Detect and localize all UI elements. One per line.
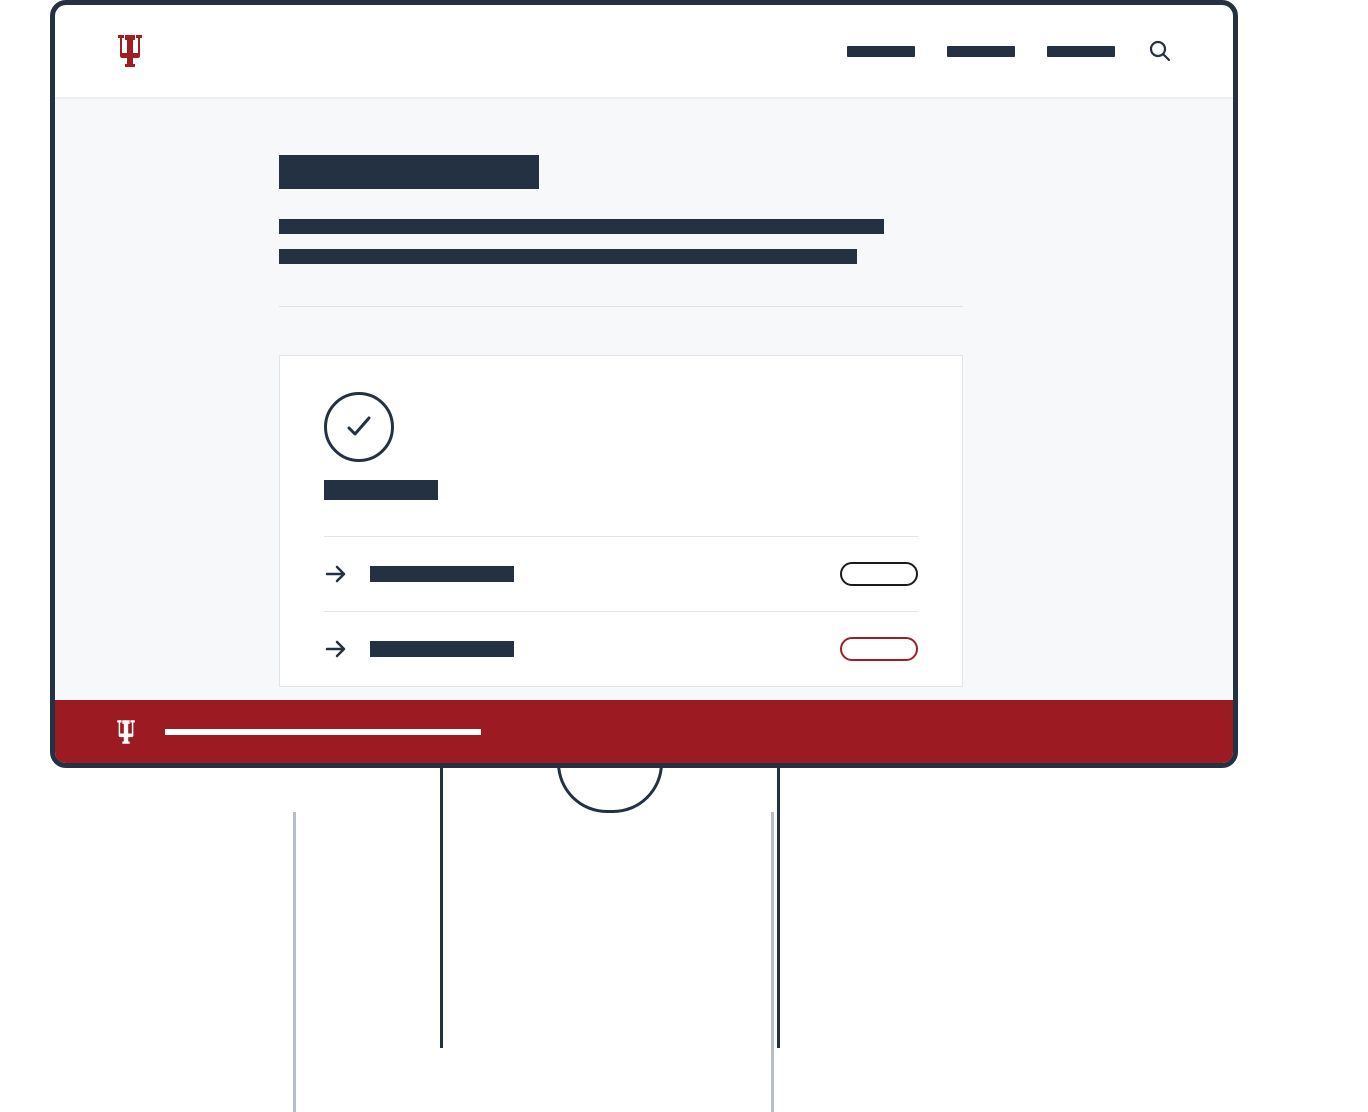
status-pill-alert[interactable] (840, 637, 918, 661)
footer-text (165, 729, 481, 735)
section-divider (279, 306, 963, 307)
site-header (55, 5, 1233, 99)
trident-icon (115, 718, 137, 746)
card-row-1[interactable] (324, 537, 918, 611)
nav-link-2[interactable] (947, 46, 1015, 57)
site-footer (55, 700, 1233, 763)
monitor-frame (50, 0, 1238, 768)
card-row-left (324, 637, 514, 661)
page-body (55, 99, 1233, 700)
iu-trident-logo-white[interactable] (115, 718, 137, 746)
search-icon (1148, 39, 1172, 63)
arrow-right-icon (324, 562, 348, 586)
row-label (370, 641, 514, 657)
checkmark-icon (344, 412, 374, 442)
card-subtitle (324, 480, 438, 500)
nav-link-3[interactable] (1047, 46, 1115, 57)
row-label (370, 566, 514, 582)
lead-line-1 (279, 219, 884, 234)
lead-line-2 (279, 249, 857, 264)
trident-icon (115, 33, 145, 69)
arrow-right-icon (324, 637, 348, 661)
card-row-left (324, 562, 514, 586)
card-row-2[interactable] (324, 612, 918, 686)
page-title (279, 155, 539, 189)
status-pill-default[interactable] (840, 562, 918, 586)
iu-trident-logo[interactable] (115, 33, 145, 69)
checkmark-circle-icon (324, 392, 394, 462)
content-card (279, 355, 963, 687)
nav-link-1[interactable] (847, 46, 915, 57)
search-button[interactable] (1147, 38, 1173, 64)
primary-nav (847, 38, 1173, 64)
lead-paragraph (279, 219, 1009, 264)
